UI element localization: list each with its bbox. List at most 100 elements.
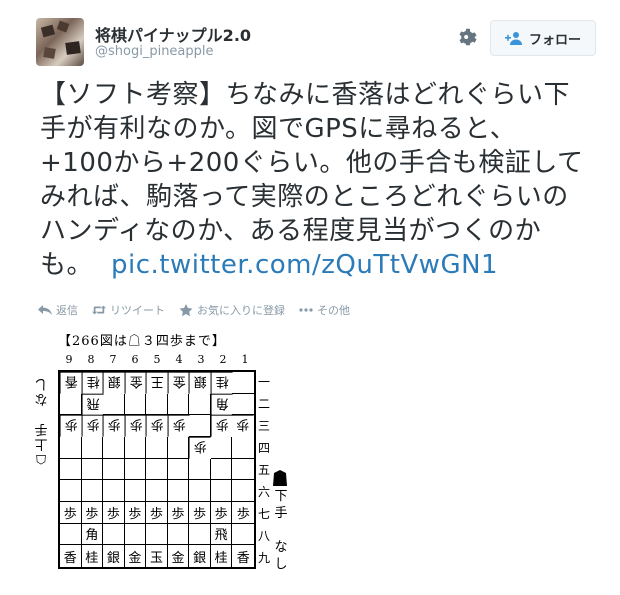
board-square[interactable] xyxy=(167,480,190,502)
board-square[interactable] xyxy=(232,459,254,481)
board-square[interactable] xyxy=(146,436,168,459)
more-button[interactable]: その他 xyxy=(299,302,350,318)
board-piece[interactable]: 歩 xyxy=(103,501,125,524)
board-piece[interactable]: 玉 xyxy=(146,545,168,567)
board-square[interactable] xyxy=(167,393,190,416)
row-label: 八 xyxy=(257,529,270,544)
board-piece[interactable]: 香 xyxy=(232,545,254,567)
retweet-label: リツイート xyxy=(110,304,165,317)
board-square[interactable] xyxy=(103,393,125,416)
board-square[interactable] xyxy=(210,480,233,502)
board-square[interactable] xyxy=(210,458,233,481)
retweet-button[interactable]: リツイート xyxy=(92,302,165,318)
board-square[interactable] xyxy=(232,394,254,416)
sente-hand-char: な xyxy=(274,540,288,555)
reply-button[interactable]: 返信 xyxy=(38,302,78,318)
avatar[interactable] xyxy=(36,18,84,66)
board-square[interactable] xyxy=(146,523,168,546)
board-square[interactable] xyxy=(103,480,125,502)
board-piece[interactable]: 歩 xyxy=(81,415,104,437)
board-square[interactable] xyxy=(60,393,82,416)
board-piece[interactable]: 飛 xyxy=(210,523,233,546)
board-piece[interactable]: 歩 xyxy=(124,415,147,437)
board-square[interactable] xyxy=(60,436,82,459)
board-square[interactable] xyxy=(210,436,233,459)
board-piece[interactable]: 歩 xyxy=(189,501,211,524)
board-square[interactable] xyxy=(167,458,190,481)
board-square[interactable] xyxy=(81,458,104,481)
board-piece[interactable]: 歩 xyxy=(167,415,190,437)
board-square[interactable] xyxy=(146,458,168,481)
more-dots-icon xyxy=(299,308,313,312)
board-piece[interactable]: 角 xyxy=(81,523,104,546)
board-square[interactable] xyxy=(189,415,211,437)
board-piece[interactable]: 歩 xyxy=(146,501,168,524)
board-square[interactable] xyxy=(232,372,254,394)
board-square[interactable] xyxy=(167,436,190,459)
board-square[interactable] xyxy=(81,480,104,502)
board-piece[interactable]: 歩 xyxy=(232,415,254,437)
board-square[interactable] xyxy=(189,523,211,546)
board-piece[interactable]: 歩 xyxy=(210,415,233,437)
board-square[interactable] xyxy=(189,393,211,416)
board-square[interactable] xyxy=(124,458,147,481)
board-piece[interactable]: 歩 xyxy=(146,415,168,437)
board-piece[interactable]: 桂 xyxy=(82,545,104,567)
board-piece[interactable]: 歩 xyxy=(210,501,233,524)
board-square[interactable] xyxy=(124,436,147,459)
board-piece[interactable]: 銀 xyxy=(103,372,125,394)
shogi-board[interactable]: 香桂銀金王金銀桂飛角歩歩歩歩歩歩歩歩歩歩歩歩歩歩歩歩歩歩角飛香桂銀金玉金銀桂香 xyxy=(58,370,256,569)
board-piece[interactable]: 銀 xyxy=(189,545,211,567)
board-piece[interactable]: 歩 xyxy=(232,502,254,524)
board-square[interactable] xyxy=(60,523,82,546)
follow-button[interactable]: フォロー xyxy=(490,20,596,56)
board-piece[interactable]: 歩 xyxy=(189,436,211,459)
board-square[interactable] xyxy=(124,480,147,502)
screen-name[interactable]: @shogi_pineapple xyxy=(95,44,214,59)
board-piece[interactable]: 桂 xyxy=(81,372,104,394)
board-piece[interactable]: 銀 xyxy=(189,372,211,394)
board-square[interactable] xyxy=(103,523,125,546)
board-piece[interactable]: 歩 xyxy=(60,501,82,524)
board-square[interactable] xyxy=(103,458,125,481)
board-square[interactable] xyxy=(124,393,147,416)
board-piece[interactable]: 金 xyxy=(168,545,190,567)
board-piece[interactable]: 銀 xyxy=(103,545,125,567)
row-label: 七 xyxy=(257,507,270,522)
column-label: 6 xyxy=(131,353,139,366)
board-square[interactable] xyxy=(232,480,254,502)
board-square[interactable] xyxy=(167,523,190,546)
board-square[interactable] xyxy=(81,436,104,459)
board-piece[interactable]: 角 xyxy=(210,393,233,416)
board-piece[interactable]: 香 xyxy=(60,372,82,394)
board-square[interactable] xyxy=(146,393,168,416)
board-square[interactable] xyxy=(103,436,125,459)
display-name[interactable]: 将棋パイナップル2.0 xyxy=(95,22,251,46)
favorite-button[interactable]: お気に入りに登録 xyxy=(179,302,285,318)
board-square[interactable] xyxy=(146,480,168,502)
board-piece[interactable]: 歩 xyxy=(60,415,82,437)
board-square[interactable] xyxy=(189,480,211,502)
board-square[interactable] xyxy=(60,480,82,502)
board-square[interactable] xyxy=(232,437,254,459)
board-piece[interactable]: 歩 xyxy=(167,501,190,524)
board-piece[interactable]: 歩 xyxy=(124,501,147,524)
board-square[interactable] xyxy=(60,458,82,481)
board-piece[interactable]: 飛 xyxy=(81,393,104,416)
board-piece[interactable]: 王 xyxy=(146,372,168,394)
favorite-label: お気に入りに登録 xyxy=(197,304,285,317)
board-piece[interactable]: 桂 xyxy=(210,372,233,394)
board-piece[interactable]: 桂 xyxy=(211,545,233,567)
gear-icon[interactable] xyxy=(457,26,479,48)
gote-hand: ☖ 上手 なし xyxy=(32,376,50,466)
board-piece[interactable]: 歩 xyxy=(81,501,104,524)
board-piece[interactable]: 金 xyxy=(167,372,190,394)
board-piece[interactable]: 歩 xyxy=(103,415,125,437)
board-square[interactable] xyxy=(232,524,254,546)
board-piece[interactable]: 香 xyxy=(60,545,82,567)
board-square[interactable] xyxy=(189,458,211,481)
board-piece[interactable]: 金 xyxy=(125,545,147,567)
board-piece[interactable]: 金 xyxy=(124,372,147,394)
pic-link[interactable]: pic.twitter.com/zQuTtVwGN1 xyxy=(111,250,498,280)
board-square[interactable] xyxy=(124,523,147,546)
